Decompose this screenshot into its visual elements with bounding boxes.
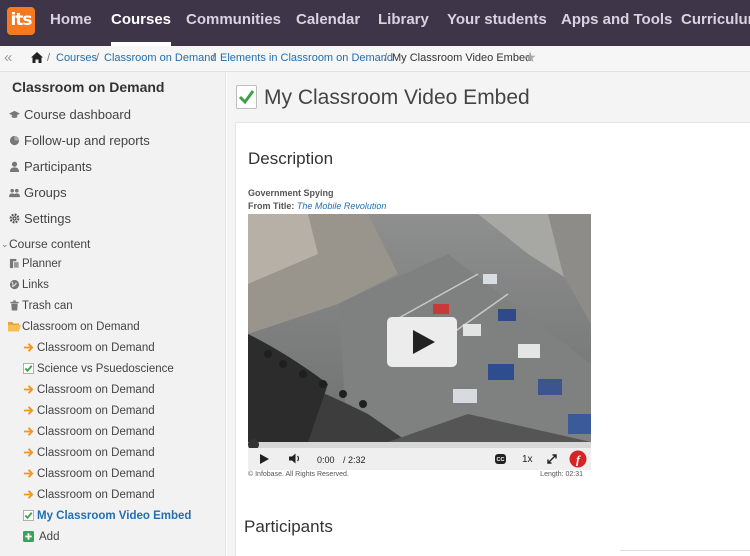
person-icon — [9, 161, 20, 172]
volume-icon[interactable] — [289, 453, 301, 464]
video-player[interactable] — [248, 214, 591, 442]
playback-speed[interactable]: 1x — [522, 454, 533, 465]
breadcrumb-separator: / — [47, 52, 51, 64]
breadcrumb-separator: / — [212, 52, 216, 64]
participants-heading: Participants — [244, 517, 333, 536]
sidebar-item-label: Classroom on Demand — [37, 384, 155, 396]
sidebar-item-label: Links — [22, 279, 49, 291]
favorite-star-icon[interactable]: ★ — [524, 49, 537, 66]
trash-icon — [10, 300, 19, 311]
video-controls: 0:00 / 2:32 CC 1x f — [248, 448, 591, 470]
films-logo-icon: f — [569, 450, 587, 468]
video-source-title[interactable]: The Mobile Revolution — [297, 201, 387, 211]
video-footer: © Infobase. All Rights Reserved. Length:… — [248, 471, 591, 478]
nav-apps-and-tools[interactable]: Apps and Tools — [561, 0, 672, 46]
arrow-right-icon — [23, 343, 34, 352]
sidebar-item-label: Groups — [24, 185, 67, 200]
sidebar-item-label: Follow-up and reports — [24, 133, 150, 148]
play-icon[interactable] — [260, 454, 269, 464]
sidebar-item-label: Classroom on Demand — [37, 405, 155, 417]
description-heading: Description — [248, 149, 334, 168]
nav-home[interactable]: Home — [50, 0, 92, 46]
nav-curriculum[interactable]: Curriculum — [681, 0, 750, 46]
content-card: Description Government Spying From Title… — [235, 122, 750, 556]
gear-icon — [9, 213, 20, 224]
chevron-down-icon: ⌄ — [1, 239, 9, 249]
copyright-text: © Infobase. All Rights Reserved. — [248, 471, 349, 478]
group-icon — [9, 188, 20, 198]
arrow-right-icon — [23, 490, 34, 499]
video-source: From Title: The Mobile Revolution — [248, 201, 386, 211]
collapse-sidebar-icon[interactable]: « — [4, 49, 12, 67]
sidebar-item-label: Classroom on Demand — [37, 426, 155, 438]
sidebar-item-label: Add — [39, 531, 60, 543]
sidebar-item-label: Planner — [22, 258, 62, 270]
graduation-cap-icon — [9, 110, 20, 118]
arrow-right-icon — [23, 385, 34, 394]
nav-your-students[interactable]: Your students — [447, 0, 547, 46]
sidebar-item-label: Science vs Psuedoscience — [37, 363, 174, 375]
arrow-right-icon — [23, 406, 34, 415]
arrow-right-icon — [23, 448, 34, 457]
breadcrumb: « / Courses / Classroom on Demand / Elem… — [0, 46, 750, 72]
checkbox-icon — [23, 510, 34, 521]
sidebar-item-label: Trash can — [22, 300, 73, 312]
breadcrumb-separator: / — [384, 52, 388, 64]
nav-communities[interactable]: Communities — [186, 0, 281, 46]
sidebar-course-title[interactable]: Classroom on Demand — [12, 79, 164, 95]
nav-courses[interactable]: Courses — [111, 0, 172, 46]
current-time: 0:00 — [317, 455, 335, 465]
sidebar-item-label: Course content — [9, 237, 91, 251]
sidebar-item-label: Classroom on Demand — [37, 468, 155, 480]
sidebar-item-label: Classroom on Demand — [37, 489, 155, 501]
fullscreen-icon[interactable] — [547, 454, 557, 464]
main-content: My Classroom Video Embed Description Gov… — [227, 72, 750, 556]
play-overlay-button[interactable] — [387, 317, 457, 367]
folder-open-icon — [8, 322, 21, 332]
plus-icon — [23, 531, 34, 542]
video-from-label: From Title: — [248, 201, 295, 211]
top-navigation: its Home Courses Communities Calendar Li… — [0, 0, 750, 46]
video-title: Government Spying — [248, 188, 334, 198]
breadcrumb-classroom-on-demand[interactable]: Classroom on Demand — [104, 52, 217, 64]
sidebar-item-label: Settings — [24, 211, 71, 226]
sidebar-item-label: Course dashboard — [24, 107, 131, 122]
pie-chart-icon — [9, 135, 20, 146]
breadcrumb-courses[interactable]: Courses — [56, 52, 97, 64]
planner-icon — [9, 258, 20, 269]
divider — [620, 550, 750, 551]
breadcrumb-separator: / — [96, 52, 100, 64]
sidebar-item-label: Classroom on Demand — [37, 342, 155, 354]
arrow-right-icon — [23, 469, 34, 478]
sidebar-item-label: Classroom on Demand — [37, 447, 155, 459]
its-logo[interactable]: its — [7, 7, 35, 35]
video-length: Length: 02:31 — [540, 471, 583, 478]
closed-captions-icon[interactable]: CC — [495, 454, 506, 464]
total-time: / 2:32 — [343, 455, 366, 465]
sidebar: Classroom on Demand Course dashboard Fol… — [0, 72, 226, 556]
svg-text:CC: CC — [497, 457, 505, 463]
sidebar-item-label: Classroom on Demand — [22, 321, 140, 333]
page-checkbox-icon — [236, 85, 257, 109]
nav-library[interactable]: Library — [378, 0, 429, 46]
page-title: My Classroom Video Embed — [264, 86, 530, 109]
sidebar-item-label: My Classroom Video Embed — [37, 510, 192, 522]
sidebar-item-label: Participants — [24, 159, 92, 174]
breadcrumb-elements[interactable]: Elements in Classroom on Demand — [220, 52, 393, 64]
home-icon[interactable] — [31, 52, 43, 63]
checkbox-icon — [23, 363, 34, 374]
nav-calendar[interactable]: Calendar — [296, 0, 360, 46]
globe-icon — [9, 279, 20, 290]
breadcrumb-current: My Classroom Video Embed — [392, 52, 532, 64]
arrow-right-icon — [23, 427, 34, 436]
